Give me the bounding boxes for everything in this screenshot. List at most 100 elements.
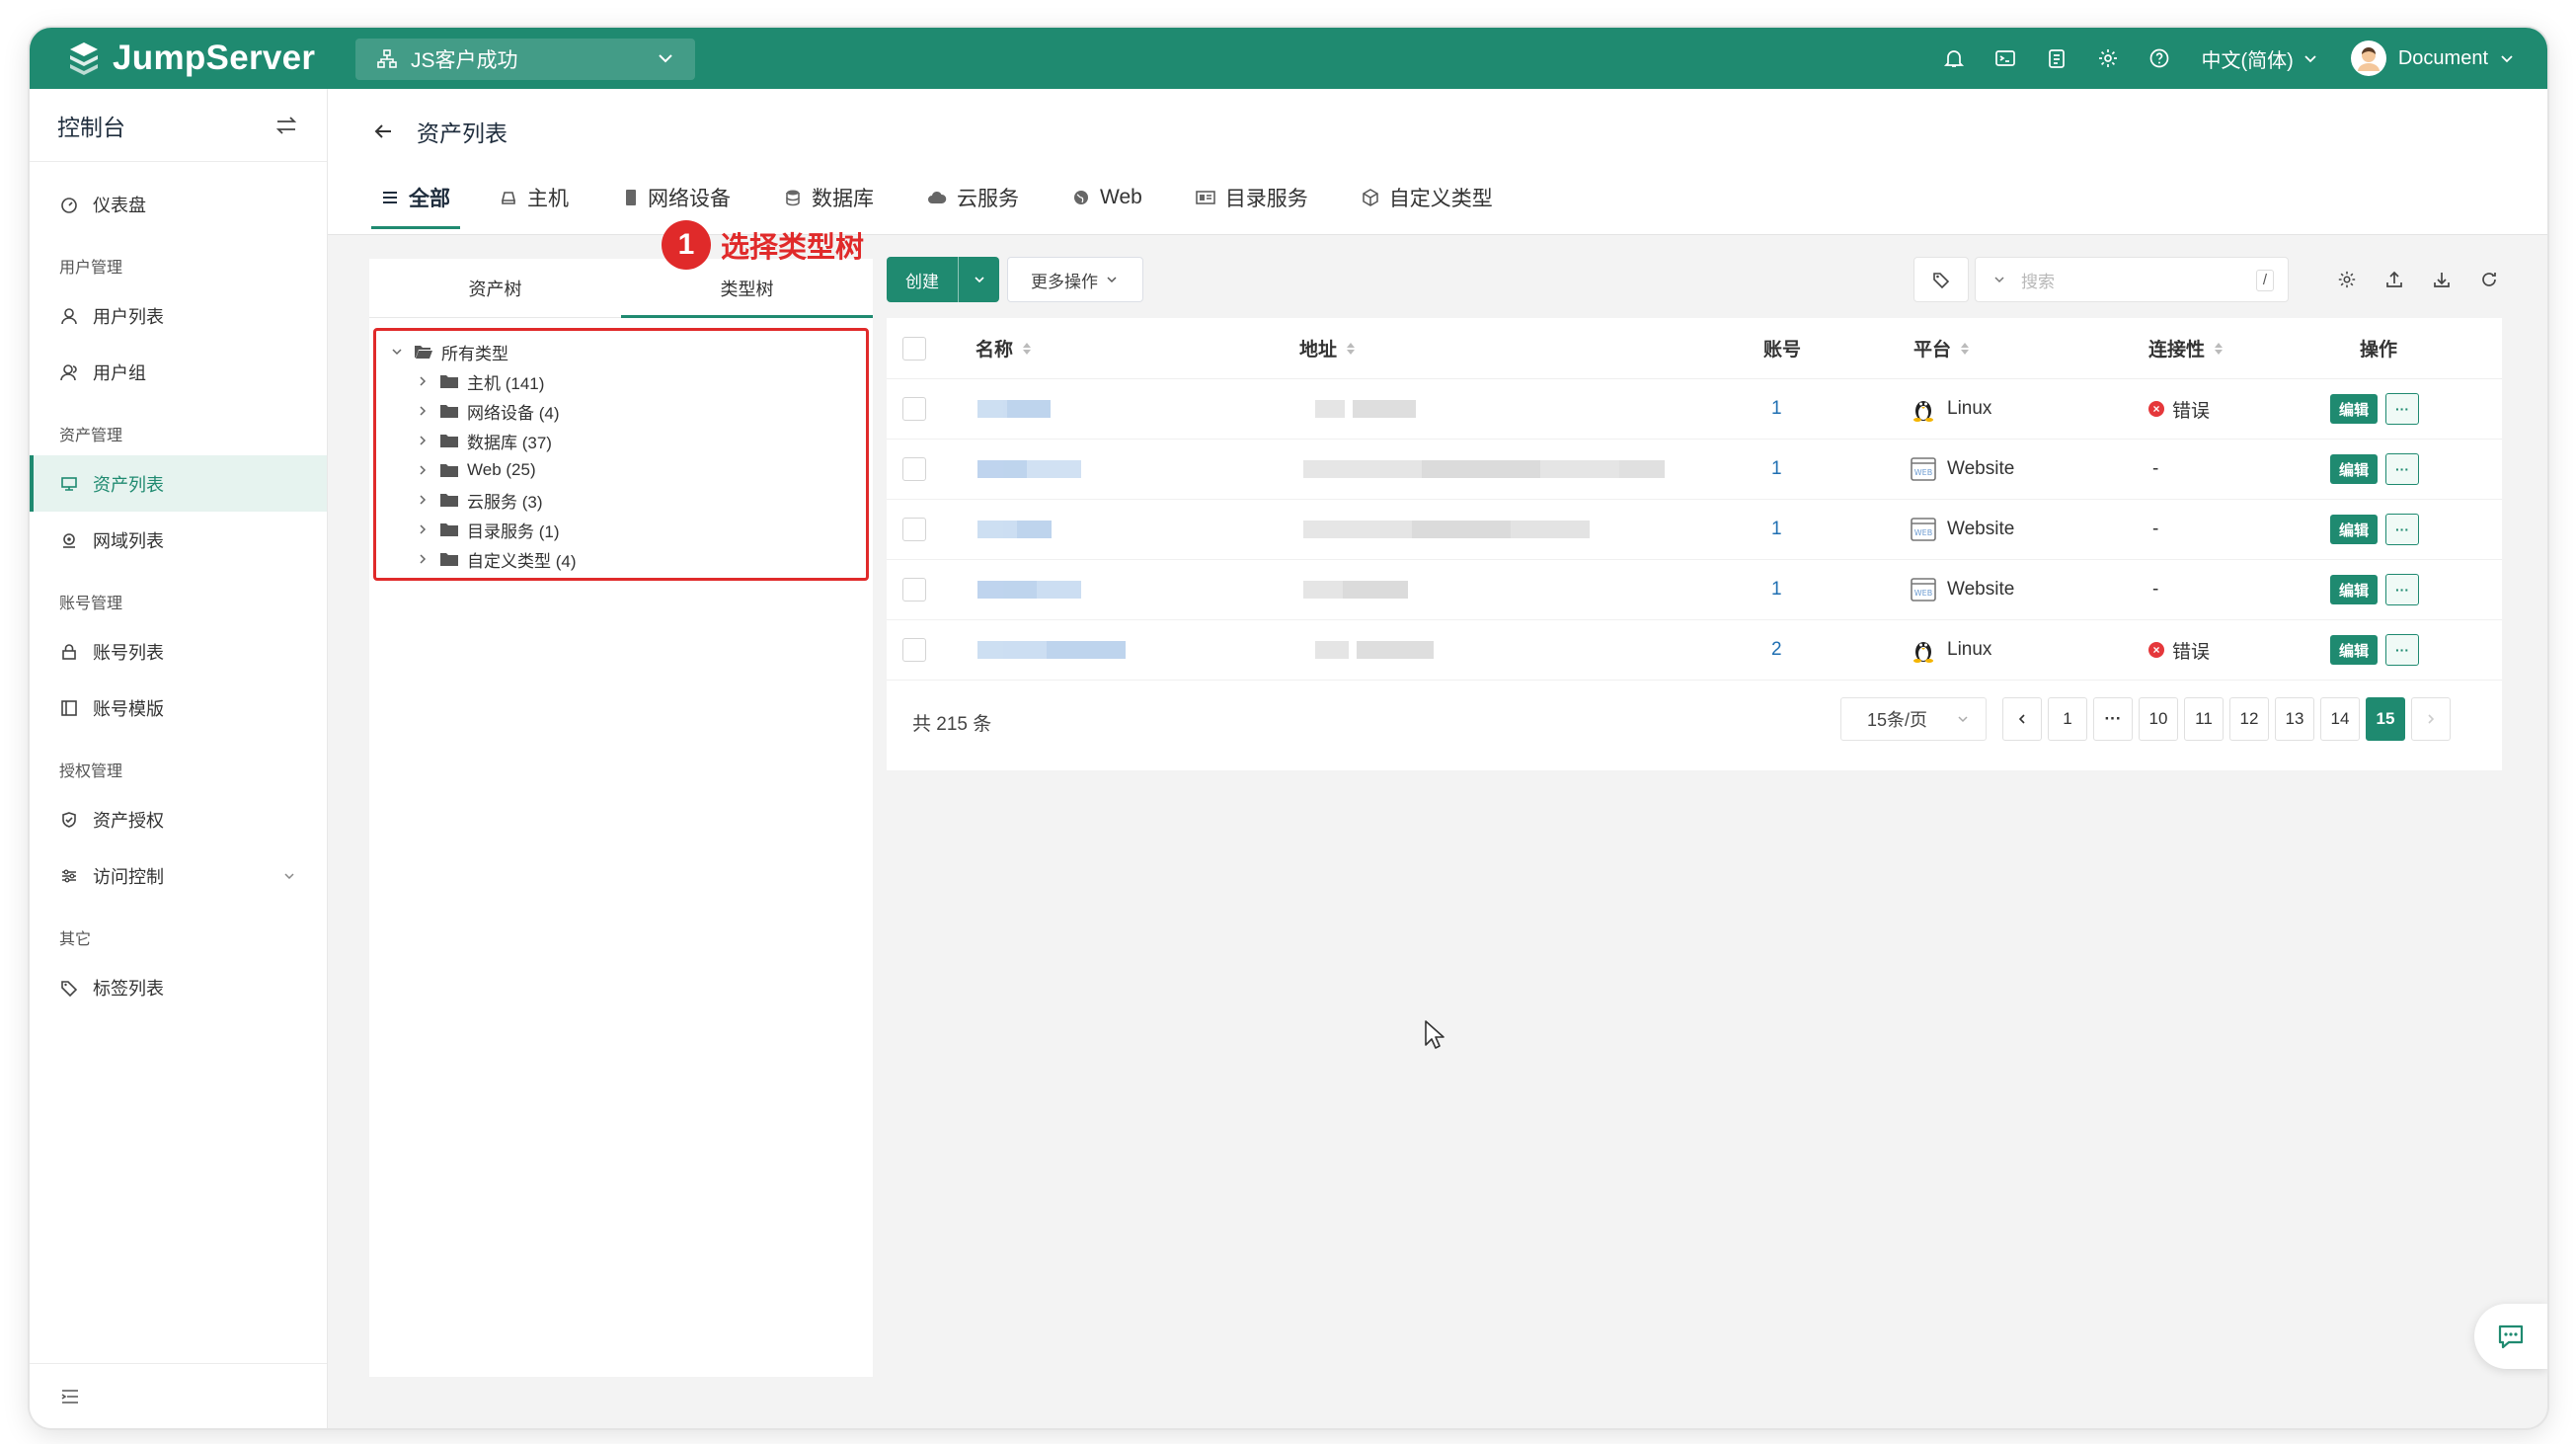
sidebar-item-asset-perms[interactable]: 资产授权: [30, 791, 327, 847]
tab-asset-tree[interactable]: 资产树: [369, 259, 621, 317]
sidebar-item-users[interactable]: 用户列表: [30, 287, 327, 344]
tab-web[interactable]: Web: [1062, 176, 1152, 219]
tag-filter-button[interactable]: [1913, 257, 1969, 302]
sidebar-item-account-templates[interactable]: 账号模版: [30, 680, 327, 736]
user-name[interactable]: Document: [2398, 47, 2488, 70]
refresh-icon[interactable]: [2476, 270, 2502, 289]
tree-node-web[interactable]: Web (25): [386, 455, 866, 485]
chevron-right-icon[interactable]: [412, 552, 433, 566]
sidebar-item-tags[interactable]: 标签列表: [30, 959, 327, 1015]
clipboard-icon[interactable]: [2044, 45, 2069, 71]
search-input[interactable]: 搜索 /: [1975, 257, 2289, 302]
tree-node-database[interactable]: 数据库 (37): [386, 426, 866, 455]
page-button[interactable]: 14: [2320, 697, 2360, 741]
chat-button[interactable]: [2474, 1304, 2547, 1369]
chevron-down-icon[interactable]: [1991, 272, 2007, 287]
tab-network-device[interactable]: 网络设备: [614, 176, 741, 219]
row-checkbox[interactable]: [902, 578, 926, 602]
sort-icon[interactable]: [2213, 341, 2225, 357]
chevron-down-icon[interactable]: [386, 345, 408, 359]
org-selector[interactable]: JS客户成功: [355, 39, 695, 80]
tab-database[interactable]: 数据库: [774, 176, 884, 219]
chevron-right-icon[interactable]: [412, 374, 433, 388]
download-icon[interactable]: [2429, 270, 2455, 289]
sidebar-item-zones[interactable]: 网域列表: [30, 512, 327, 568]
switch-view-icon[interactable]: [273, 113, 299, 138]
chevron-right-icon[interactable]: [412, 522, 433, 536]
gear-icon[interactable]: [2095, 45, 2121, 71]
account-count[interactable]: 1: [1771, 579, 1782, 601]
chevron-right-icon[interactable]: [412, 463, 433, 477]
edit-button[interactable]: 编辑: [2330, 515, 2378, 544]
tab-host[interactable]: 主机: [490, 176, 579, 219]
sidebar-item-dashboard[interactable]: 仪表盘: [30, 176, 327, 232]
account-count[interactable]: 2: [1771, 639, 1782, 661]
help-icon[interactable]: [2147, 45, 2172, 71]
next-page-button[interactable]: [2411, 697, 2451, 741]
tree-node-directory[interactable]: 目录服务 (1): [386, 515, 866, 544]
asset-name-redacted[interactable]: [977, 400, 1051, 418]
prev-page-button[interactable]: [2002, 697, 2042, 741]
page-size-select[interactable]: 15条/页: [1840, 697, 1987, 741]
edit-button[interactable]: 编辑: [2330, 394, 2378, 424]
sort-icon[interactable]: [1021, 341, 1033, 357]
tab-directory[interactable]: 目录服务: [1186, 176, 1318, 219]
asset-name-redacted[interactable]: [977, 521, 1052, 538]
select-all-checkbox[interactable]: [902, 336, 926, 361]
row-more-button[interactable]: ···: [2385, 393, 2419, 425]
sort-icon[interactable]: [1959, 341, 1971, 357]
upload-icon[interactable]: [2381, 270, 2407, 289]
page-ellipsis[interactable]: ···: [2093, 697, 2133, 741]
back-arrow-icon[interactable]: [371, 120, 395, 143]
collapse-menu-icon[interactable]: [59, 1386, 81, 1407]
sidebar-collapse[interactable]: [30, 1363, 327, 1428]
row-more-button[interactable]: ···: [2385, 634, 2419, 666]
column-name[interactable]: 名称: [976, 335, 1033, 361]
asset-name-redacted[interactable]: [977, 641, 1126, 659]
row-checkbox[interactable]: [902, 638, 926, 662]
edit-button[interactable]: 编辑: [2330, 575, 2378, 604]
tree-node-cloud[interactable]: 云服务 (3): [386, 485, 866, 515]
edit-button[interactable]: 编辑: [2330, 454, 2378, 484]
sidebar-item-access-control[interactable]: 访问控制: [30, 847, 327, 904]
tree-node-root[interactable]: 所有类型: [386, 337, 866, 366]
page-button[interactable]: 10: [2139, 697, 2178, 741]
sidebar-item-asset-list[interactable]: 资产列表: [30, 455, 327, 512]
column-address[interactable]: 地址: [1299, 335, 1357, 361]
sidebar-item-accounts[interactable]: 账号列表: [30, 623, 327, 680]
chevron-right-icon[interactable]: [412, 434, 433, 447]
row-more-button[interactable]: ···: [2385, 574, 2419, 605]
page-button-current[interactable]: 15: [2366, 697, 2405, 741]
chevron-down-icon[interactable]: [959, 272, 999, 287]
edit-button[interactable]: 编辑: [2330, 635, 2378, 665]
tab-cloud[interactable]: 云服务: [917, 176, 1029, 219]
asset-name-redacted[interactable]: [977, 460, 1081, 478]
settings-icon[interactable]: [2334, 270, 2360, 289]
terminal-icon[interactable]: [1992, 45, 2018, 71]
page-button[interactable]: 11: [2184, 697, 2224, 741]
page-button[interactable]: 1: [2048, 697, 2087, 741]
more-actions-button[interactable]: 更多操作: [1007, 257, 1143, 302]
avatar[interactable]: [2350, 40, 2386, 76]
account-count[interactable]: 1: [1771, 519, 1782, 540]
chevron-down-icon[interactable]: [2496, 47, 2518, 69]
language-selector[interactable]: 中文(简体): [2202, 44, 2321, 73]
sort-icon[interactable]: [1345, 341, 1357, 357]
row-more-button[interactable]: ···: [2385, 514, 2419, 545]
column-connectivity[interactable]: 连接性: [2148, 335, 2225, 361]
page-button[interactable]: 12: [2229, 697, 2269, 741]
tab-all[interactable]: 全部: [371, 176, 460, 229]
account-count[interactable]: 1: [1771, 458, 1782, 480]
account-count[interactable]: 1: [1771, 398, 1782, 420]
row-more-button[interactable]: ···: [2385, 453, 2419, 485]
tree-node-custom[interactable]: 自定义类型 (4): [386, 544, 866, 574]
row-checkbox[interactable]: [902, 518, 926, 541]
chevron-right-icon[interactable]: [412, 493, 433, 507]
asset-name-redacted[interactable]: [977, 581, 1081, 599]
chevron-right-icon[interactable]: [412, 404, 433, 418]
page-button[interactable]: 13: [2275, 697, 2314, 741]
tree-node-network-device[interactable]: 网络设备 (4): [386, 396, 866, 426]
sidebar-item-user-groups[interactable]: 用户组: [30, 344, 327, 400]
create-button[interactable]: 创建: [887, 257, 999, 302]
row-checkbox[interactable]: [902, 397, 926, 421]
